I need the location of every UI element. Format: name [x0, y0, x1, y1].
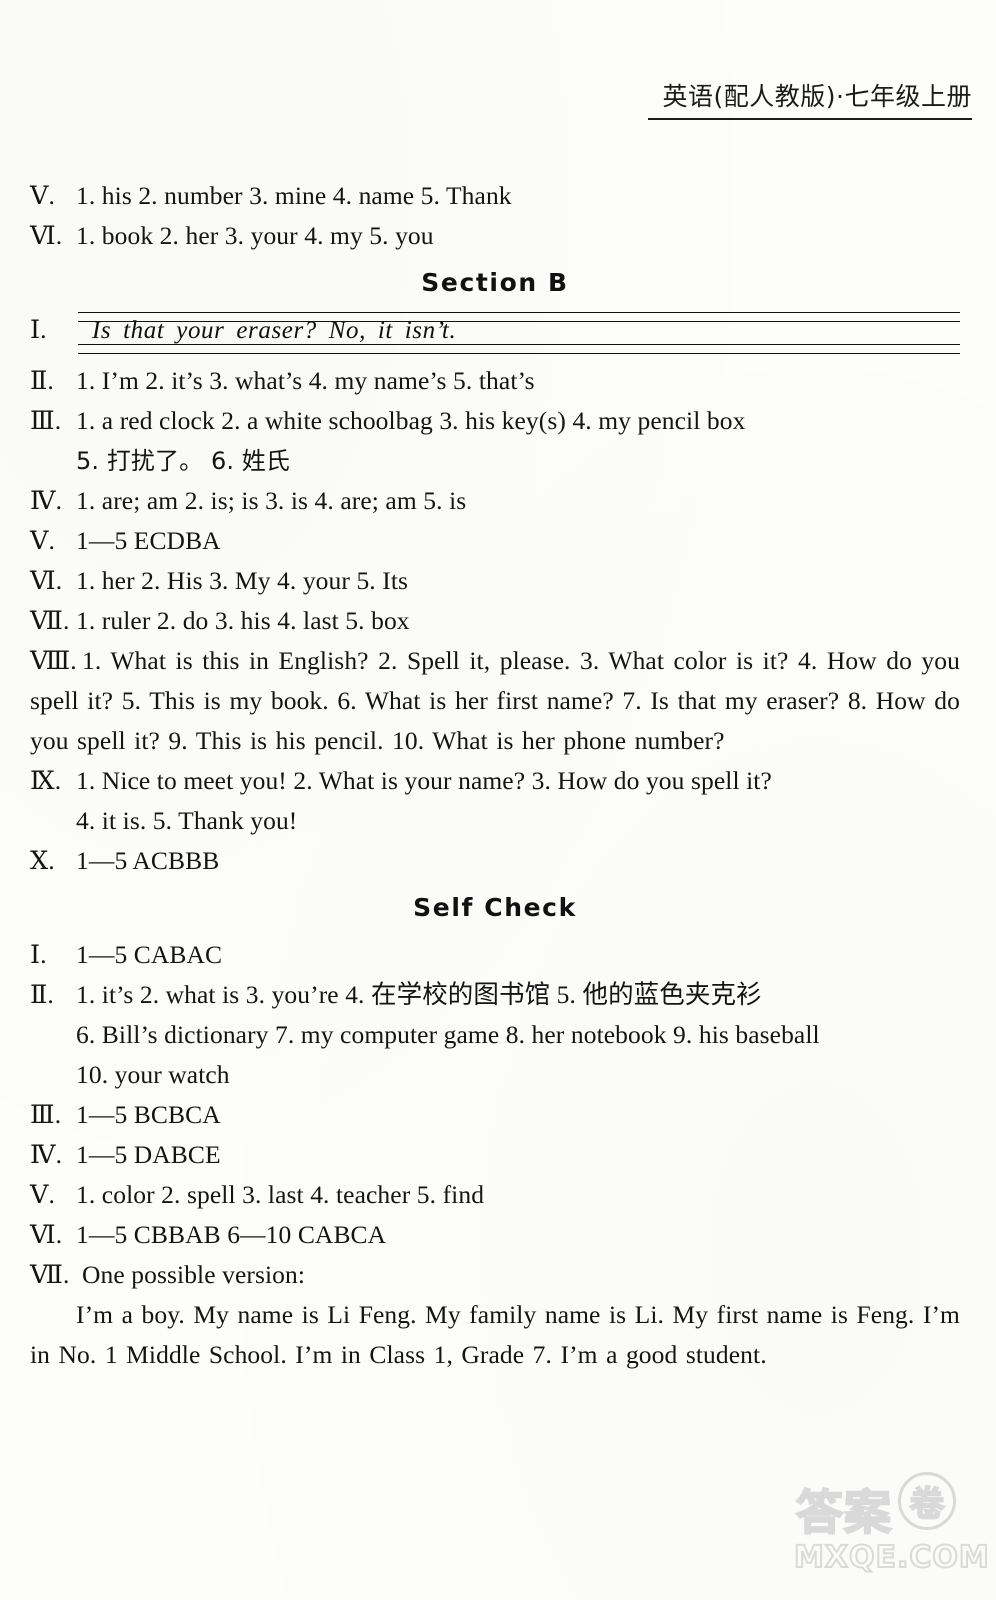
- roman-numeral: Ⅴ.: [30, 181, 55, 210]
- section-b-heading: Section B: [421, 268, 569, 297]
- answer-key-body: Ⅴ. 1. his 2. number 3. mine 4. name 5. Th…: [30, 176, 960, 1375]
- page-canvas: 英语(配人教版)·七年级上册 Ⅴ. 1. his 2. number 3. min…: [0, 0, 996, 1600]
- answer-text: 1—5 DABCE: [76, 1140, 221, 1169]
- answer-row-continuation: 5. 打扰了。 6. 姓氏: [30, 441, 960, 481]
- roman-numeral: Ⅶ.: [30, 606, 70, 635]
- roman-numeral: Ⅸ.: [30, 766, 62, 795]
- answer-text: 6. Bill’s dictionary 7. my computer game…: [76, 1020, 820, 1049]
- handwriting-answer-row: Ⅰ. Is that your eraser? No, it isn’t.: [30, 310, 960, 354]
- answer-text: 1. her 2. His 3. My 4. your 5. Its: [76, 566, 409, 595]
- roman-numeral: Ⅲ.: [30, 406, 62, 435]
- answer-text: 1. are; am 2. is; is 3. is 4. are; am 5.…: [76, 486, 467, 515]
- composition-paragraph: I’m a boy. My name is Li Feng. My family…: [30, 1300, 960, 1369]
- header-rule: [648, 118, 972, 120]
- answer-row: Ⅹ. 1—5 ACBBB: [30, 841, 960, 881]
- answer-text: 1—5 ECDBA: [76, 526, 221, 555]
- roman-numeral: Ⅳ.: [30, 486, 63, 515]
- page-title: 英语(配人教版)·七年级上册: [662, 82, 972, 111]
- answer-row: Ⅵ. 1. book 2. her 3. your 4. my 5. you: [30, 216, 960, 256]
- answer-text: 1. his 2. number 3. mine 4. name 5. Than…: [76, 181, 512, 210]
- answer-text: 1. it’s 2. what is 3. you’re 4. 在学校的图书馆 …: [76, 980, 762, 1009]
- answer-row: Ⅴ. 1. color 2. spell 3. last 4. teacher 5…: [30, 1175, 960, 1215]
- watermark: 答案 卷 MXQE.COM: [744, 1438, 990, 1582]
- answer-text: 1. What is this in English? 2. Spell it,…: [30, 646, 960, 755]
- roman-numeral: Ⅴ.: [30, 526, 55, 555]
- watermark-domain: MXQE.COM: [793, 1539, 990, 1576]
- watermark-circle-icon: 卷: [898, 1472, 956, 1530]
- roman-numeral: Ⅵ.: [30, 221, 63, 250]
- roman-numeral: Ⅰ.: [30, 315, 47, 344]
- answer-text: 5. 打扰了。 6. 姓氏: [76, 447, 290, 475]
- answer-row: Ⅶ. 1. ruler 2. do 3. his 4. last 5. box: [30, 601, 960, 641]
- roman-numeral: Ⅹ.: [30, 846, 55, 875]
- answer-text: 1. I’m 2. it’s 3. what’s 4. my name’s 5.…: [76, 366, 535, 395]
- roman-numeral: Ⅴ.: [30, 1180, 55, 1209]
- answer-text: 1—5 CBBAB 6—10 CABCA: [76, 1220, 387, 1249]
- answer-row: Ⅳ. 1—5 DABCE: [30, 1135, 960, 1175]
- roman-numeral: Ⅵ.: [30, 1220, 63, 1249]
- answer-row: Ⅶ. One possible version:: [30, 1255, 960, 1295]
- handwriting-text: Is that your eraser? No, it isn’t.: [92, 317, 457, 344]
- answer-row: Ⅲ. 1—5 BCBCA: [30, 1095, 960, 1135]
- roman-numeral: Ⅷ.: [30, 646, 77, 675]
- rule-line-4: [78, 353, 960, 354]
- answer-text: 1—5 CABAC: [76, 940, 223, 969]
- answer-row: Ⅰ. 1—5 CABAC: [30, 935, 960, 975]
- roman-numeral: Ⅶ.: [30, 1260, 70, 1289]
- answer-row: Ⅵ. 1—5 CBBAB 6—10 CABCA: [30, 1215, 960, 1255]
- answer-row: Ⅲ. 1. a red clock 2. a white schoolbag 3.…: [30, 401, 960, 441]
- answer-text: 10. your watch: [76, 1060, 230, 1089]
- answer-text: 1—5 BCBCA: [76, 1100, 221, 1129]
- roman-numeral: Ⅲ.: [30, 1100, 62, 1129]
- answer-text: 1. color 2. spell 3. last 4. teacher 5. …: [76, 1180, 485, 1209]
- answer-text: 1. book 2. her 3. your 4. my 5. you: [76, 221, 434, 250]
- answer-text: 1. ruler 2. do 3. his 4. last 5. box: [76, 606, 410, 635]
- self-check-heading: Self Check: [413, 893, 577, 922]
- answer-row-continuation: 6. Bill’s dictionary 7. my computer game…: [30, 1015, 960, 1055]
- running-header: 英语(配人教版)·七年级上册: [648, 84, 972, 120]
- roman-numeral: Ⅱ.: [30, 980, 54, 1009]
- watermark-chinese: 答案: [795, 1485, 892, 1542]
- roman-numeral: Ⅳ.: [30, 1140, 63, 1169]
- roman-numeral: Ⅰ.: [30, 940, 47, 969]
- answer-row: Ⅱ. 1. it’s 2. what is 3. you’re 4. 在学校的图书…: [30, 975, 960, 1015]
- answer-row-continuation: 10. your watch: [30, 1055, 960, 1095]
- answer-row: Ⅱ. 1. I’m 2. it’s 3. what’s 4. my name’s …: [30, 361, 960, 401]
- roman-numeral: Ⅵ.: [30, 566, 63, 595]
- answer-row-continuation: 4. it is. 5. Thank you!: [30, 801, 960, 841]
- answer-paragraph: Ⅷ. 1. What is this in English? 2. Spell i…: [30, 641, 960, 761]
- answer-text: 1. a red clock 2. a white schoolbag 3. h…: [76, 406, 746, 435]
- four-line-ruling: Is that your eraser? No, it isn’t.: [78, 310, 960, 354]
- roman-numeral: Ⅱ.: [30, 366, 54, 395]
- answer-text: 1—5 ACBBB: [76, 846, 220, 875]
- answer-row: Ⅸ. 1. Nice to meet you! 2. What is your n…: [30, 761, 960, 801]
- answer-row: Ⅳ. 1. are; am 2. is; is 3. is 4. are; am …: [30, 481, 960, 521]
- answer-row: Ⅴ. 1—5 ECDBA: [30, 521, 960, 561]
- answer-row: Ⅴ. 1. his 2. number 3. mine 4. name 5. Th…: [30, 176, 960, 216]
- answer-text: 4. it is. 5. Thank you!: [76, 806, 298, 835]
- watermark-circle-label: 卷: [909, 1484, 945, 1526]
- answer-text: 1. Nice to meet you! 2. What is your nam…: [76, 766, 772, 795]
- answer-label: One possible version:: [82, 1260, 306, 1289]
- answer-row: Ⅵ. 1. her 2. His 3. My 4. your 5. Its: [30, 561, 960, 601]
